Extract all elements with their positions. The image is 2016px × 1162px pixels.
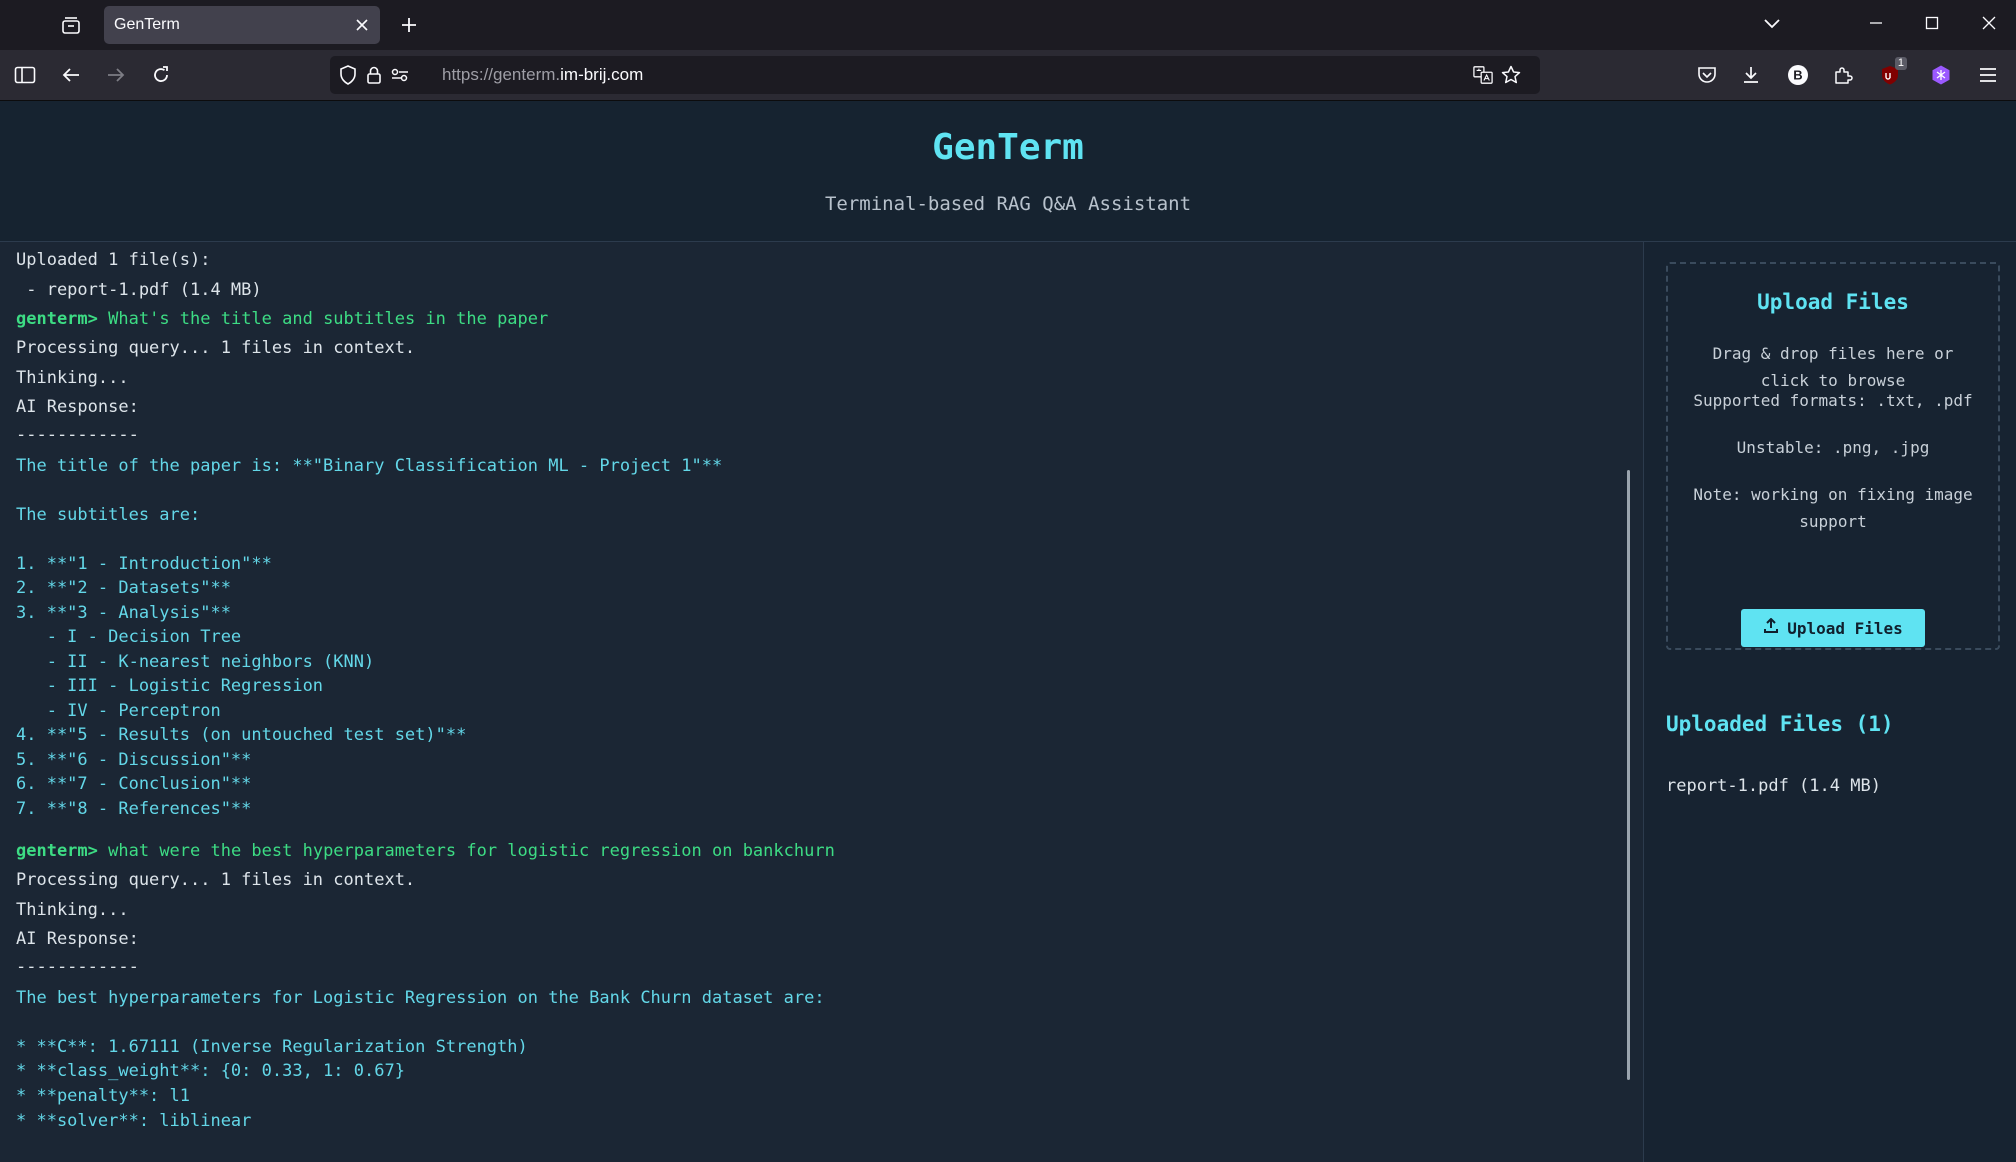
bitwarden-letter: B <box>1793 68 1802 83</box>
ai-response-line: - II - K-nearest neighbors (KNN) <box>16 652 375 672</box>
upload-files-button-label: Upload Files <box>1787 618 1903 638</box>
bitwarden-icon[interactable]: B <box>1783 60 1813 90</box>
ai-response-line: * **C**: 1.67111 (Inverse Regularization… <box>16 1037 528 1057</box>
ai-response-line: - IV - Perceptron <box>16 701 221 721</box>
ai-response-line: 3. **"3 - Analysis"** <box>16 603 231 623</box>
lock-icon[interactable] <box>364 65 384 85</box>
terminal-prompt: genterm> <box>16 841 98 861</box>
terminal-prompt: genterm> <box>16 309 98 329</box>
terminal-divider: ------------ <box>16 957 139 977</box>
upload-sidebar: Upload Files Drag & drop files here or c… <box>1643 242 2016 1162</box>
chevron-down-icon[interactable] <box>1757 10 1787 36</box>
translate-icon[interactable] <box>1473 65 1493 85</box>
url-host: im-brij.com <box>560 65 644 84</box>
terminal-command-line: genterm> What's the title and subtitles … <box>16 309 548 329</box>
forward-arrow-icon[interactable] <box>101 60 131 90</box>
page-header: GenTerm Terminal-based RAG Q&A Assistant <box>0 101 2016 242</box>
browser-nav-bar: https://genterm.im-brij.com B 1 <box>0 50 2016 101</box>
hamburger-menu-icon[interactable] <box>1973 60 2003 90</box>
maximize-icon[interactable] <box>1917 10 1947 36</box>
ai-response-line: 7. **"8 - References"** <box>16 799 252 819</box>
bookmark-star-icon[interactable] <box>1501 65 1521 85</box>
terminal-line: - report-1.pdf (1.4 MB) <box>16 280 262 300</box>
extension-hexagon-icon[interactable] <box>1926 60 1956 90</box>
reload-icon[interactable] <box>146 60 176 90</box>
ai-response-line: 5. **"6 - Discussion"** <box>16 750 252 770</box>
terminal-command: What's the title and subtitles in the pa… <box>108 309 549 329</box>
new-tab-plus-icon[interactable] <box>396 12 422 38</box>
terminal-scrollbar[interactable] <box>1627 470 1630 1080</box>
unstable-formats-text: Unstable: .png, .jpg <box>1736 438 1930 457</box>
firefox-view-icon[interactable] <box>57 12 85 40</box>
browser-tab-bar: GenTerm <box>0 0 2016 50</box>
close-icon[interactable] <box>352 15 372 35</box>
back-arrow-icon[interactable] <box>56 60 86 90</box>
ublock-icon[interactable]: 1 <box>1875 57 1907 90</box>
ai-response-line: 4. **"5 - Results (on untouched test set… <box>16 725 467 745</box>
upload-title: Upload Files <box>1757 290 1909 314</box>
uploaded-files-title: Uploaded Files (1) <box>1666 712 1894 736</box>
drag-drop-text: Drag & drop files here or click to brows… <box>1712 344 1954 390</box>
terminal-command-line: genterm> what were the best hyperparamet… <box>16 841 835 861</box>
url-scheme: https://genterm. <box>442 65 561 84</box>
extensions-puzzle-icon[interactable] <box>1828 60 1858 90</box>
note-text: Note: working on fixing image support <box>1693 485 1973 531</box>
url-text[interactable]: https://genterm.im-brij.com <box>442 56 643 94</box>
terminal-line: Processing query... 1 files in context. <box>16 870 416 890</box>
window-close-icon[interactable] <box>1974 10 2004 36</box>
ai-response-line: * **class_weight**: {0: 0.33, 1: 0.67} <box>16 1061 405 1081</box>
extension-badge: 1 <box>1894 57 1907 70</box>
download-icon[interactable] <box>1736 60 1766 90</box>
terminal-output[interactable]: Uploaded 1 file(s): - report-1.pdf (1.4 … <box>0 242 1643 1162</box>
uploaded-file-item: report-1.pdf (1.4 MB) <box>1666 776 1881 796</box>
tab-title: GenTerm <box>114 16 180 33</box>
ai-response-line: The subtitles are: <box>16 505 201 525</box>
ai-response-line: - I - Decision Tree <box>16 627 242 647</box>
active-tab[interactable]: GenTerm <box>104 6 380 44</box>
terminal-line: Thinking... <box>16 900 129 920</box>
pocket-icon[interactable] <box>1692 60 1722 90</box>
sidebar-toggle-icon[interactable] <box>10 60 40 90</box>
terminal-line: Uploaded 1 file(s): <box>16 250 211 270</box>
ai-response-line: 1. **"1 - Introduction"** <box>16 554 272 574</box>
ai-response-line: * **penalty**: l1 <box>16 1086 190 1106</box>
ai-response-line: 2. **"2 - Datasets"** <box>16 578 231 598</box>
upload-files-button[interactable]: Upload Files <box>1741 609 1925 647</box>
terminal-line: Thinking... <box>16 368 129 388</box>
app-title: GenTerm <box>932 127 1084 168</box>
ai-response-line: * **solver**: liblinear <box>16 1111 252 1131</box>
terminal-line: AI Response: <box>16 929 139 949</box>
minimize-icon[interactable] <box>1861 10 1891 36</box>
file-dropzone[interactable]: Upload Files Drag & drop files here or c… <box>1666 262 2000 650</box>
app-subtitle: Terminal-based RAG Q&A Assistant <box>824 193 1192 215</box>
ai-response-line: 6. **"7 - Conclusion"** <box>16 774 252 794</box>
url-bar[interactable]: https://genterm.im-brij.com <box>330 56 1540 94</box>
permissions-icon[interactable] <box>390 65 410 85</box>
ai-response-line: - III - Logistic Regression <box>16 676 324 696</box>
upload-icon <box>1763 617 1779 638</box>
ai-response-line: The title of the paper is: **"Binary Cla… <box>16 456 723 476</box>
supported-formats-text: Supported formats: .txt, .pdf <box>1693 391 1973 410</box>
shield-icon[interactable] <box>338 65 358 85</box>
terminal-line: Processing query... 1 files in context. <box>16 338 416 358</box>
terminal-line: AI Response: <box>16 397 139 417</box>
terminal-divider: ------------ <box>16 425 139 445</box>
terminal-command: what were the best hyperparameters for l… <box>108 841 835 861</box>
ai-response-line: The best hyperparameters for Logistic Re… <box>16 988 825 1008</box>
